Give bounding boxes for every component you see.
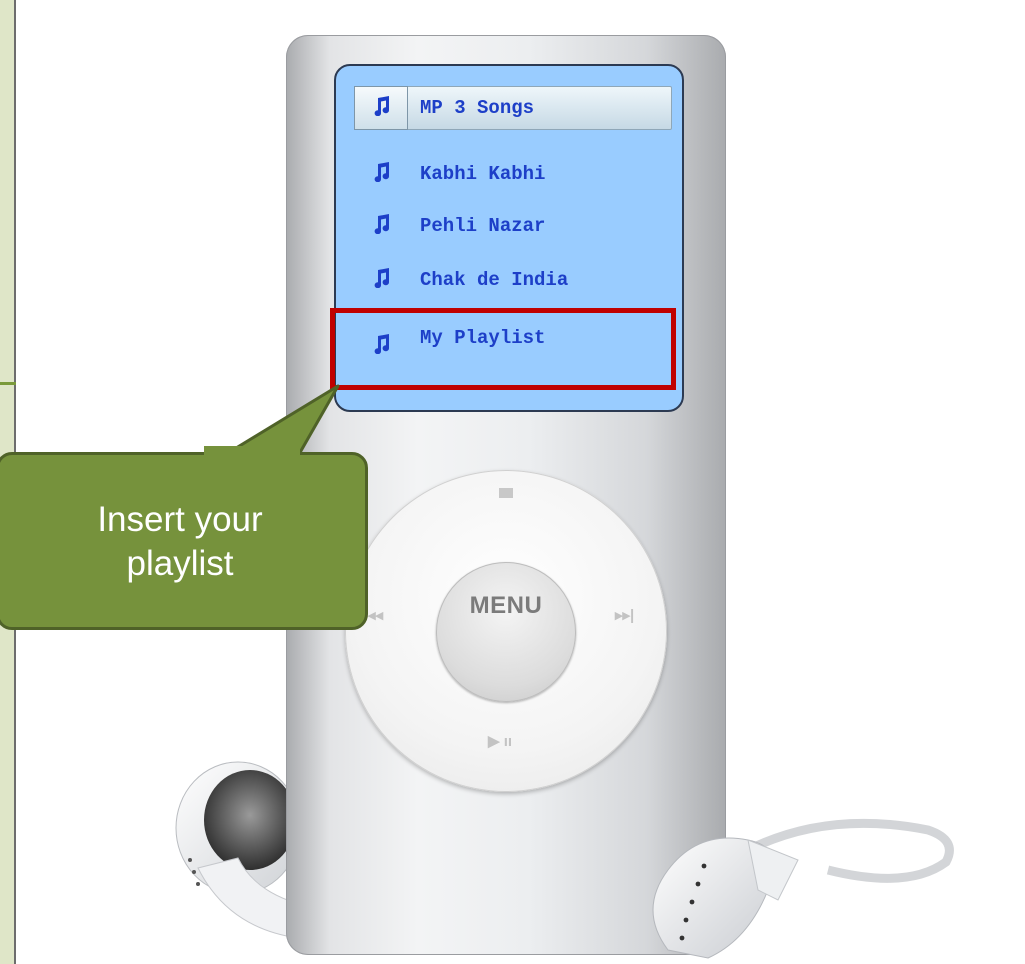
next-track-icon[interactable]: ▸▸| [615, 606, 634, 624]
menu-item-mp3-songs[interactable]: MP 3 Songs [336, 84, 682, 132]
music-note-icon [374, 96, 390, 116]
center-menu-button[interactable] [436, 562, 576, 702]
menu-item-kabhi-kabhi[interactable]: Kabhi Kabhi [336, 150, 682, 198]
menu-item-label: Kabhi Kabhi [420, 163, 546, 185]
callout-pointer-seam [204, 446, 300, 460]
menu-item-label: Pehli Nazar [420, 215, 546, 237]
menu-item-chak-de-india[interactable]: Chak de India [336, 256, 682, 304]
right-earbud [652, 818, 954, 959]
menu-item-pehli-nazar[interactable]: Pehli Nazar [336, 202, 682, 250]
music-note-icon [374, 214, 390, 234]
menu-indicator-icon[interactable] [499, 488, 513, 498]
menu-item-label: MP 3 Songs [420, 97, 535, 119]
music-note-icon [374, 162, 390, 182]
play-pause-icon[interactable]: ▶ ıı [488, 732, 512, 750]
center-button-label: MENU [469, 592, 543, 619]
playlist-highlight-box [330, 308, 676, 390]
slide-accent-rule [0, 382, 16, 385]
previous-track-icon[interactable]: ◂◂ [368, 606, 383, 624]
music-note-icon [374, 268, 390, 288]
menu-item-label: Chak de India [420, 269, 569, 291]
callout-text: Insert your playlist [97, 500, 263, 583]
